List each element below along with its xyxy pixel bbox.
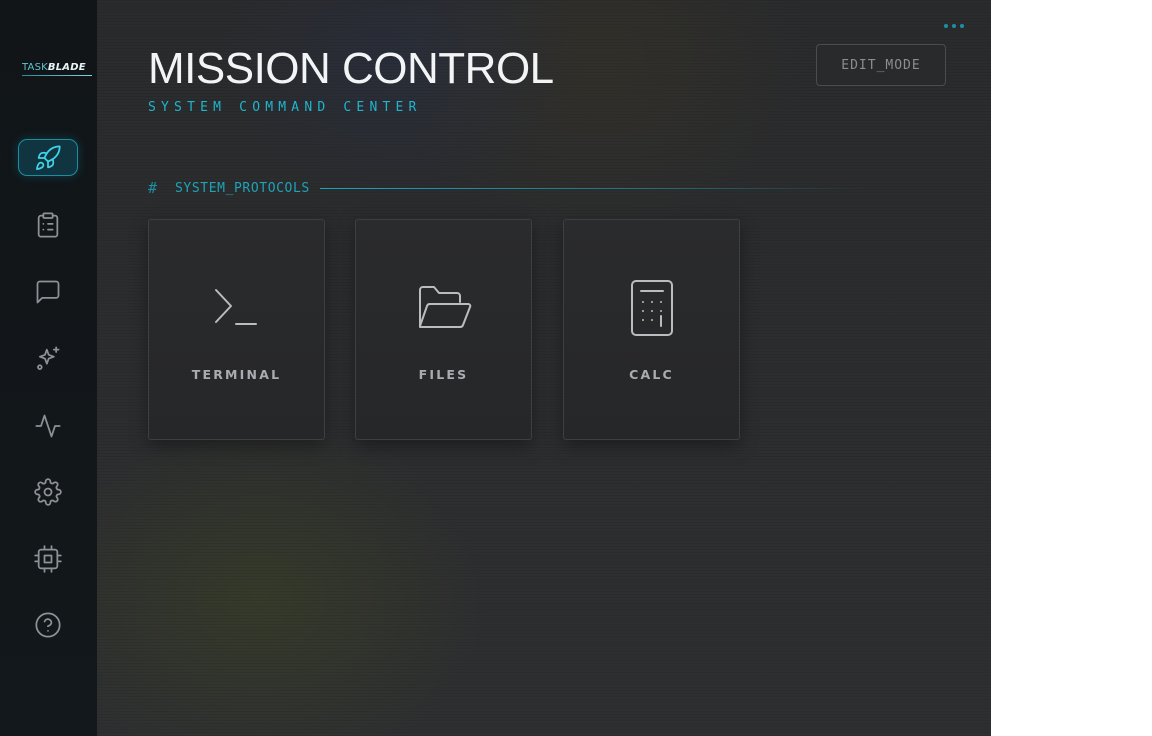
terminal-icon [214,289,257,325]
rocket-icon [36,144,61,170]
brand-logo-part2: BLADE [47,62,86,73]
sidebar-item-launch[interactable] [18,139,78,176]
chip-icon [34,544,62,573]
sidebar: TASKBLADE [0,0,97,736]
sidebar-item-tasks[interactable] [18,206,78,243]
edit-mode-button[interactable]: EDIT_MODE [816,44,946,86]
tile-icon-wrapper [414,278,474,338]
brand-underline [22,75,92,76]
tile-calc[interactable]: CALC [563,219,740,440]
section-title: SYSTEM_PROTOCOLS [175,180,310,196]
page-subtitle: SYSTEM COMMAND CENTER [148,100,422,115]
tile-icon-wrapper [622,278,682,338]
brand-logo-part1: TASK [22,62,48,73]
sidebar-item-system[interactable] [18,540,78,577]
sparkles-icon [37,345,60,370]
tile-icon-wrapper [207,278,267,338]
tile-terminal[interactable]: TERMINAL [148,219,325,440]
page-title: MISSION CONTROL [148,44,554,93]
more-options-button[interactable] [939,18,969,34]
tile-label: FILES [418,367,469,382]
app-window: TASKBLADE MISSION CONTROL SYSTEM COMMAND… [0,0,991,736]
more-dot [952,24,956,28]
more-dot [960,24,964,28]
sidebar-item-ai[interactable] [18,340,78,377]
sidebar-item-activity[interactable] [18,407,78,444]
more-dots-icon [944,24,948,28]
clipboard-icon [37,211,59,238]
tile-label: TERMINAL [191,367,282,382]
tile-label: CALC [629,367,674,382]
help-icon [35,611,61,638]
calculator-icon [630,280,673,336]
sidebar-item-messages[interactable] [18,273,78,310]
main-content: MISSION CONTROL SYSTEM COMMAND CENTER ED… [97,0,991,736]
sidebar-item-settings[interactable] [18,473,78,510]
hash-icon: # [148,179,158,197]
activity-icon [35,414,61,437]
tile-files[interactable]: FILES [355,219,532,440]
chat-icon [36,280,60,303]
gear-icon [34,477,62,506]
section-header: # SYSTEM_PROTOCOLS [148,179,868,197]
sidebar-item-help[interactable] [18,606,78,643]
section-divider [319,187,868,189]
brand-logo: TASKBLADE [22,62,94,78]
folder-icon [418,286,471,328]
